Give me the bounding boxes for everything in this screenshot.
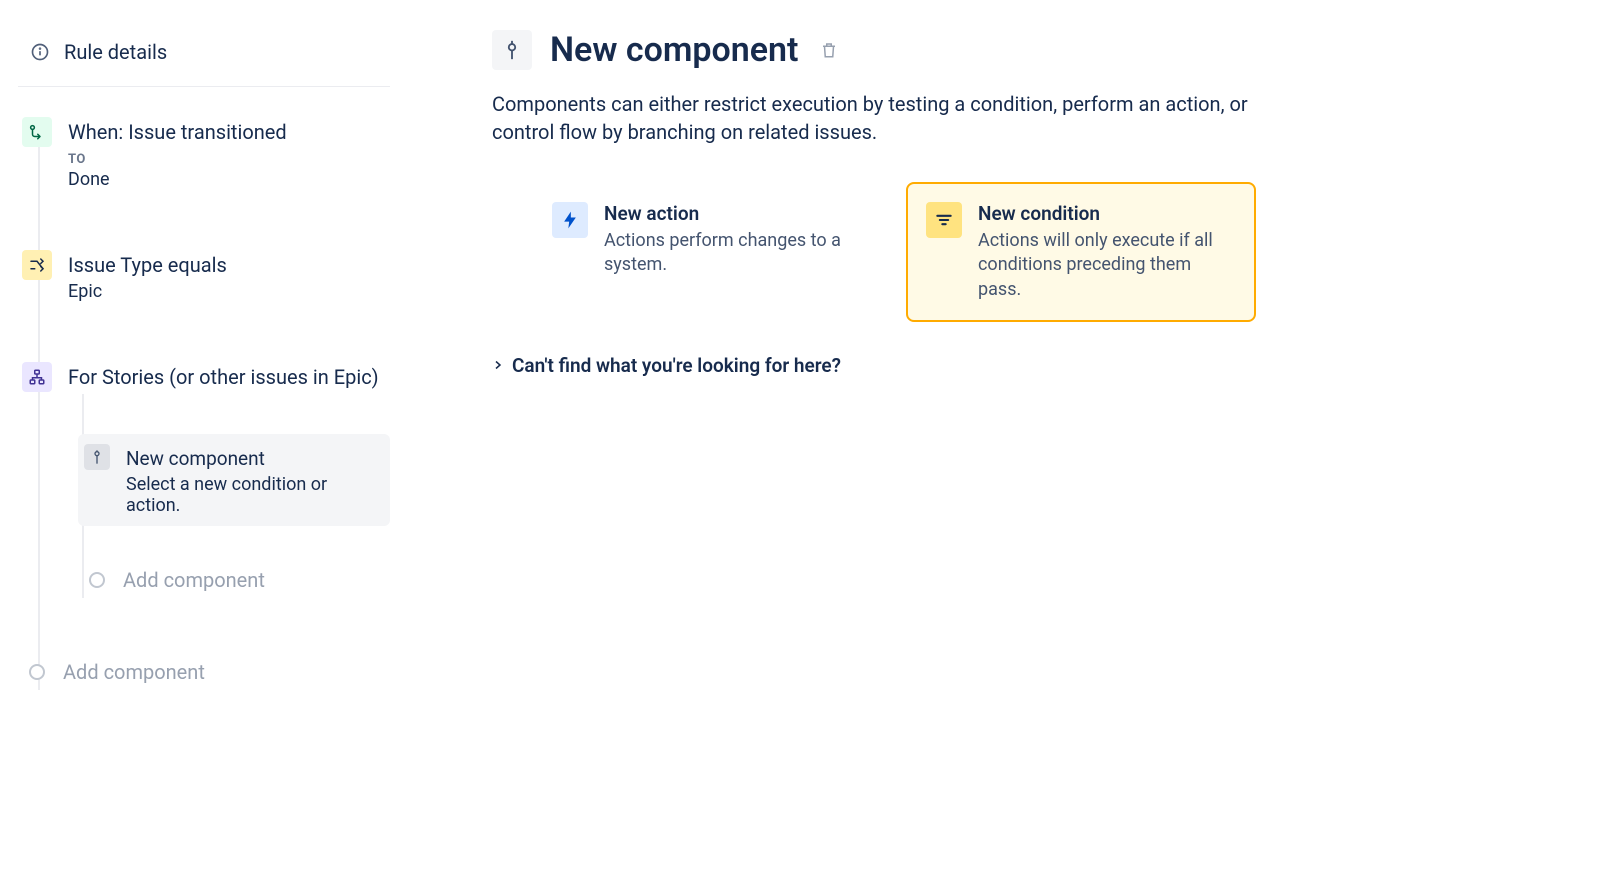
condition-step[interactable]: Issue Type equals Epic (22, 244, 390, 308)
add-circle-icon (29, 664, 45, 680)
chevron-right-icon (492, 359, 504, 371)
new-condition-desc: Actions will only execute if all conditi… (978, 229, 1236, 302)
rule-details-link[interactable]: Rule details (18, 40, 390, 87)
cant-find-label: Can't find what you're looking for here? (512, 354, 841, 377)
component-icon (84, 444, 110, 470)
root-add-label: Add component (63, 660, 205, 684)
new-condition-card[interactable]: New condition Actions will only execute … (906, 182, 1256, 322)
condition-value: Epic (68, 281, 380, 302)
branch-step[interactable]: For Stories (or other issues in Epic) (22, 356, 390, 398)
root-add-component[interactable]: Add component (22, 654, 390, 690)
branch-add-label: Add component (123, 568, 265, 592)
delete-button[interactable] (816, 37, 842, 63)
trigger-to-value: Done (68, 169, 380, 190)
condition-title: Issue Type equals (68, 252, 380, 279)
new-component-subtitle: Select a new condition or action. (126, 474, 378, 516)
new-component-step[interactable]: New component Select a new condition or … (78, 434, 390, 526)
condition-icon (22, 250, 52, 280)
add-circle-icon (89, 572, 105, 588)
main-panel: New component Components can either rest… (390, 0, 1600, 893)
new-condition-title: New condition (978, 202, 1236, 225)
lightning-icon (552, 202, 588, 238)
main-header: New component (492, 30, 1560, 70)
trigger-title: When: Issue transitioned (68, 119, 380, 146)
new-action-card[interactable]: New action Actions perform changes to a … (532, 182, 882, 322)
new-component-title: New component (126, 446, 378, 472)
trigger-step[interactable]: When: Issue transitioned TO Done (22, 111, 390, 196)
new-action-desc: Actions perform changes to a system. (604, 229, 862, 278)
filter-icon (926, 202, 962, 238)
component-cards: New action Actions perform changes to a … (532, 182, 1560, 322)
info-icon (30, 42, 50, 62)
trigger-to-label: TO (68, 152, 380, 167)
branch-children: New component Select a new condition or … (62, 434, 390, 598)
branch-icon (22, 362, 52, 392)
rule-sidebar: Rule details When: Issue transitioned TO… (0, 0, 390, 893)
rule-details-label: Rule details (64, 40, 167, 64)
page-title: New component (550, 30, 798, 70)
new-action-title: New action (604, 202, 862, 225)
trigger-icon (22, 117, 52, 147)
branch-add-component[interactable]: Add component (82, 562, 390, 598)
branch-title: For Stories (or other issues in Epic) (68, 364, 380, 391)
rule-chain: When: Issue transitioned TO Done Issue T… (18, 111, 390, 690)
main-description: Components can either restrict execution… (492, 90, 1312, 146)
component-icon (492, 30, 532, 70)
cant-find-expander[interactable]: Can't find what you're looking for here? (492, 354, 1560, 377)
